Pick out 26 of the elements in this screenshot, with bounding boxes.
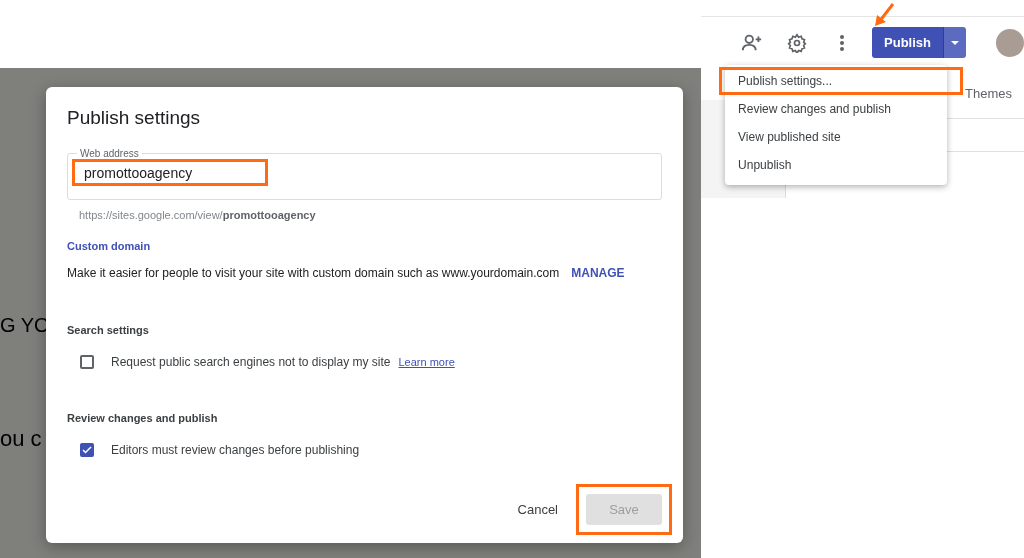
publish-dropdown-button[interactable] xyxy=(943,27,966,58)
caret-icon xyxy=(951,40,959,45)
url-hint: https://sites.google.com/view/promottooagency xyxy=(79,209,317,221)
cancel-button[interactable]: Cancel xyxy=(511,496,564,523)
menu-item[interactable]: Review changes and publish xyxy=(725,95,948,123)
themes-tab[interactable]: Themes xyxy=(965,85,1012,101)
field-value: promottooagency xyxy=(72,159,268,186)
custom-domain-link[interactable]: Custom domain xyxy=(67,240,662,252)
custom-domain-text: Make it easier for people to visit your site with custom domain such as www.yourdomain.com xyxy=(67,266,560,280)
avatar[interactable] xyxy=(996,28,1024,57)
checkbox-label: Request public search engines not to display my site xyxy=(111,355,391,369)
field-label: Web address xyxy=(79,148,140,159)
menu-item[interactable]: Publish settings... xyxy=(719,67,964,95)
checkbox-label: Editors must review changes before publishing xyxy=(111,443,360,457)
menu-item[interactable]: Unpublish xyxy=(725,151,948,179)
section-heading: Search settings xyxy=(67,324,150,336)
section-heading: Review changes and publish xyxy=(67,412,219,424)
background-text: ou c xyxy=(0,428,42,450)
learn-more-link[interactable]: Learn more xyxy=(398,356,455,368)
dialog-title: Publish settings xyxy=(67,107,202,129)
checkbox[interactable] xyxy=(80,443,94,457)
publish-button[interactable]: Publish xyxy=(872,27,943,58)
web-address-field[interactable]: Web address promottooagency xyxy=(67,148,662,200)
manage-link[interactable]: MANAGE xyxy=(571,266,625,280)
menu-item[interactable]: View published site xyxy=(725,123,948,151)
checkbox[interactable] xyxy=(80,355,94,369)
